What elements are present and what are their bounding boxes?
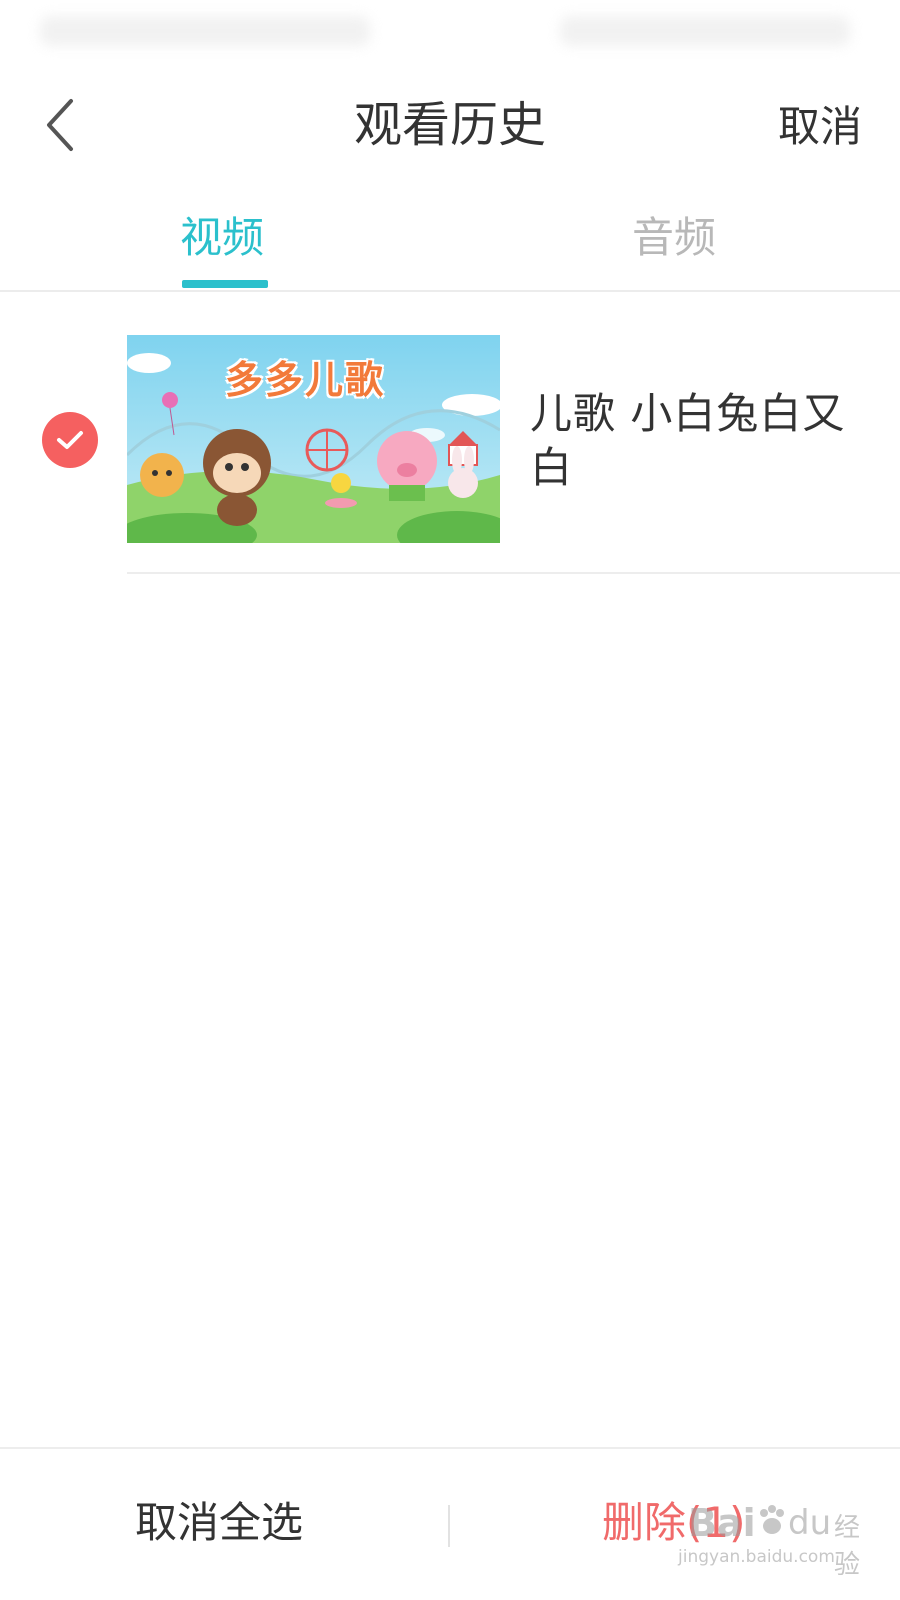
thumbnail-logo-text: 多多儿歌 <box>225 358 386 402</box>
status-blur-right <box>560 16 850 46</box>
tab-video[interactable]: 视频 <box>180 210 264 266</box>
deselect-all-button[interactable]: 取消全选 <box>135 1493 303 1553</box>
watermark-text-cn: 经验 <box>834 1513 861 1580</box>
nav-bar: 观看历史 取消 <box>0 70 900 190</box>
paw-icon <box>760 1505 784 1534</box>
watch-history-screen: 观看历史 取消 视频 音频 多多儿歌 儿歌 小白兔白又白 取消全选 删除(1) … <box>0 0 900 1600</box>
selection-checkbox[interactable] <box>42 412 98 468</box>
cancel-button[interactable]: 取消 <box>778 94 862 160</box>
status-blur-left <box>40 16 370 46</box>
action-divider <box>448 1505 450 1547</box>
watermark-text-right: du <box>788 1503 832 1543</box>
row-divider <box>127 572 900 574</box>
active-tab-indicator <box>182 280 268 288</box>
history-list-item[interactable]: 多多儿歌 儿歌 小白兔白又白 <box>0 292 900 574</box>
bottom-action-bar: 取消全选 删除(1) Bai du 经验 jingyan.baidu.com <box>0 1447 900 1600</box>
watermark-text-left: Bai <box>688 1501 756 1545</box>
tab-audio[interactable]: 音频 <box>632 210 716 266</box>
tab-bar: 视频 音频 <box>0 190 900 292</box>
status-bar <box>0 0 900 70</box>
watermark-url: jingyan.baidu.com <box>678 1547 835 1567</box>
page-title: 观看历史 <box>353 97 546 153</box>
baidu-watermark: Bai du 经验 jingyan.baidu.com <box>678 1501 868 1581</box>
video-thumbnail[interactable]: 多多儿歌 <box>127 335 500 543</box>
check-icon <box>57 431 83 449</box>
video-title: 儿歌 小白兔白又白 <box>530 389 846 492</box>
